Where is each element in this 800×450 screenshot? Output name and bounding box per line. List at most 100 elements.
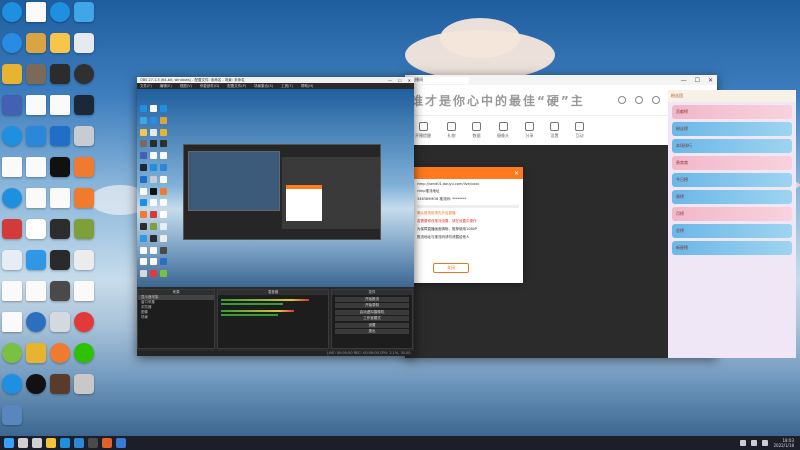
maximize-button[interactable]: ☐ [695,77,700,84]
file-icon[interactable] [26,281,46,301]
app-icon[interactable] [26,343,46,363]
app-icon[interactable] [2,405,22,425]
ie-icon[interactable] [26,126,46,146]
game-icon[interactable] [26,64,46,84]
dialog-text[interactable]: rtmp://send01.douyu.com/live/xxxx [417,182,519,186]
volume-icon[interactable] [751,440,758,446]
control-button[interactable]: 工作室模式 [335,316,409,321]
menu-item[interactable]: 文件(F) [140,84,152,89]
close-dialog-button[interactable]: 关闭 [433,263,469,273]
edge-icon[interactable] [60,438,70,448]
menu-item[interactable]: 配置文件(P) [227,84,246,89]
app-icon[interactable] [74,374,94,394]
app-icon[interactable] [2,250,22,270]
menu-item[interactable]: 视图(V) [180,84,192,89]
edge-icon[interactable] [2,126,22,146]
menu-item[interactable]: 编辑(E) [160,84,172,89]
minimize-button[interactable]: — [388,78,392,83]
app-icon[interactable] [50,312,70,332]
clock[interactable]: 18:03 2022/1/18 [773,438,794,448]
swift-icon[interactable] [74,157,94,177]
volume-slider[interactable] [221,303,284,305]
browser-tab[interactable]: 直播间 [409,76,469,84]
control-button[interactable]: 启动虚拟摄像机 [335,309,409,315]
control-button[interactable]: 开始录制 [335,303,409,308]
toolbar-item[interactable]: 礼物 [447,122,456,139]
app-icon[interactable] [50,281,70,301]
app-icon[interactable] [50,250,70,270]
chat-item[interactable]: 今日榜 [672,173,792,187]
close-button[interactable]: ✕ [708,77,713,84]
wechat-icon[interactable] [74,343,94,363]
app-icon[interactable] [26,312,46,332]
toolbar-item[interactable]: 开播提醒 [415,122,431,139]
swift-icon[interactable] [50,343,70,363]
chat-item[interactable]: 周榜 [672,190,792,204]
toolbar-item[interactable]: 摄像头 [497,122,509,139]
control-button[interactable]: 退出 [335,329,409,334]
control-button[interactable]: 开始推流 [335,296,409,302]
source-item[interactable]: 场景 [138,315,214,320]
file-icon[interactable] [2,157,22,177]
obs-window[interactable]: OBS 27.1.3 (64-bit, windows) - 配置文件: 未命名… [137,77,414,356]
app-icon[interactable] [74,33,94,53]
explorer-icon[interactable] [46,438,56,448]
dialog-text[interactable]: 346389MO8 推流码: ******** [417,197,519,202]
netease-icon[interactable] [74,312,94,332]
mail-icon[interactable] [116,438,126,448]
warning-icon[interactable] [26,219,46,239]
chat-item[interactable]: 粉丝榜 [672,122,792,136]
volume-slider[interactable] [221,314,279,316]
start-icon[interactable] [4,438,14,448]
app-icon[interactable] [74,126,94,146]
mixer-track[interactable] [221,309,325,317]
chat-item[interactable]: 总榜 [672,224,792,238]
app-icon[interactable] [2,343,22,363]
file-icon[interactable] [50,95,70,115]
toolbar-item[interactable]: 数据 [472,122,481,139]
swift-icon[interactable] [74,188,94,208]
mixer-track[interactable] [221,298,325,306]
edge-icon[interactable] [2,2,22,22]
file-icon[interactable] [26,2,46,22]
chat-item[interactable]: 本场排行 [672,139,792,153]
history-icon[interactable] [635,96,643,104]
file-icon[interactable] [26,95,46,115]
owl-app-icon[interactable] [2,64,22,84]
edge-icon[interactable] [50,2,70,22]
network-icon[interactable] [740,440,747,446]
search-icon[interactable] [18,438,28,448]
cloud-app-icon[interactable] [74,2,94,22]
menu-item[interactable]: 帮助(H) [301,84,313,89]
chat-item[interactable]: 贵宾席 [672,156,792,170]
tool-icon[interactable] [74,219,94,239]
cloud-app-icon[interactable] [26,250,46,270]
app-icon[interactable] [50,157,70,177]
chat-item[interactable]: 新星榜 [672,241,792,255]
sun-icon[interactable] [50,33,70,53]
obs-preview[interactable] [137,89,414,287]
app-icon[interactable] [50,374,70,394]
toolbar-item[interactable]: 分享 [525,122,534,139]
file-icon[interactable] [74,281,94,301]
edge-icon[interactable] [2,374,22,394]
app-icon[interactable] [50,64,70,84]
app-icon[interactable] [50,219,70,239]
store-icon[interactable] [74,438,84,448]
message-icon[interactable] [652,96,660,104]
qq-icon[interactable] [26,374,46,394]
steam-icon[interactable] [74,95,94,115]
toolbar-item[interactable]: 互动 [575,122,584,139]
app-icon[interactable] [50,126,70,146]
menu-item[interactable]: 场景集合(S) [254,84,273,89]
ime-icon[interactable] [762,440,769,446]
file-icon[interactable] [2,312,22,332]
edge-icon[interactable] [2,188,22,208]
app-icon[interactable] [2,95,22,115]
game-icon[interactable] [26,33,46,53]
file-icon[interactable] [26,157,46,177]
browser-icon[interactable] [102,438,112,448]
chat-item[interactable]: 贡献榜 [672,105,792,119]
control-button[interactable]: 设置 [335,322,409,328]
maximize-button[interactable]: ☐ [398,78,402,83]
